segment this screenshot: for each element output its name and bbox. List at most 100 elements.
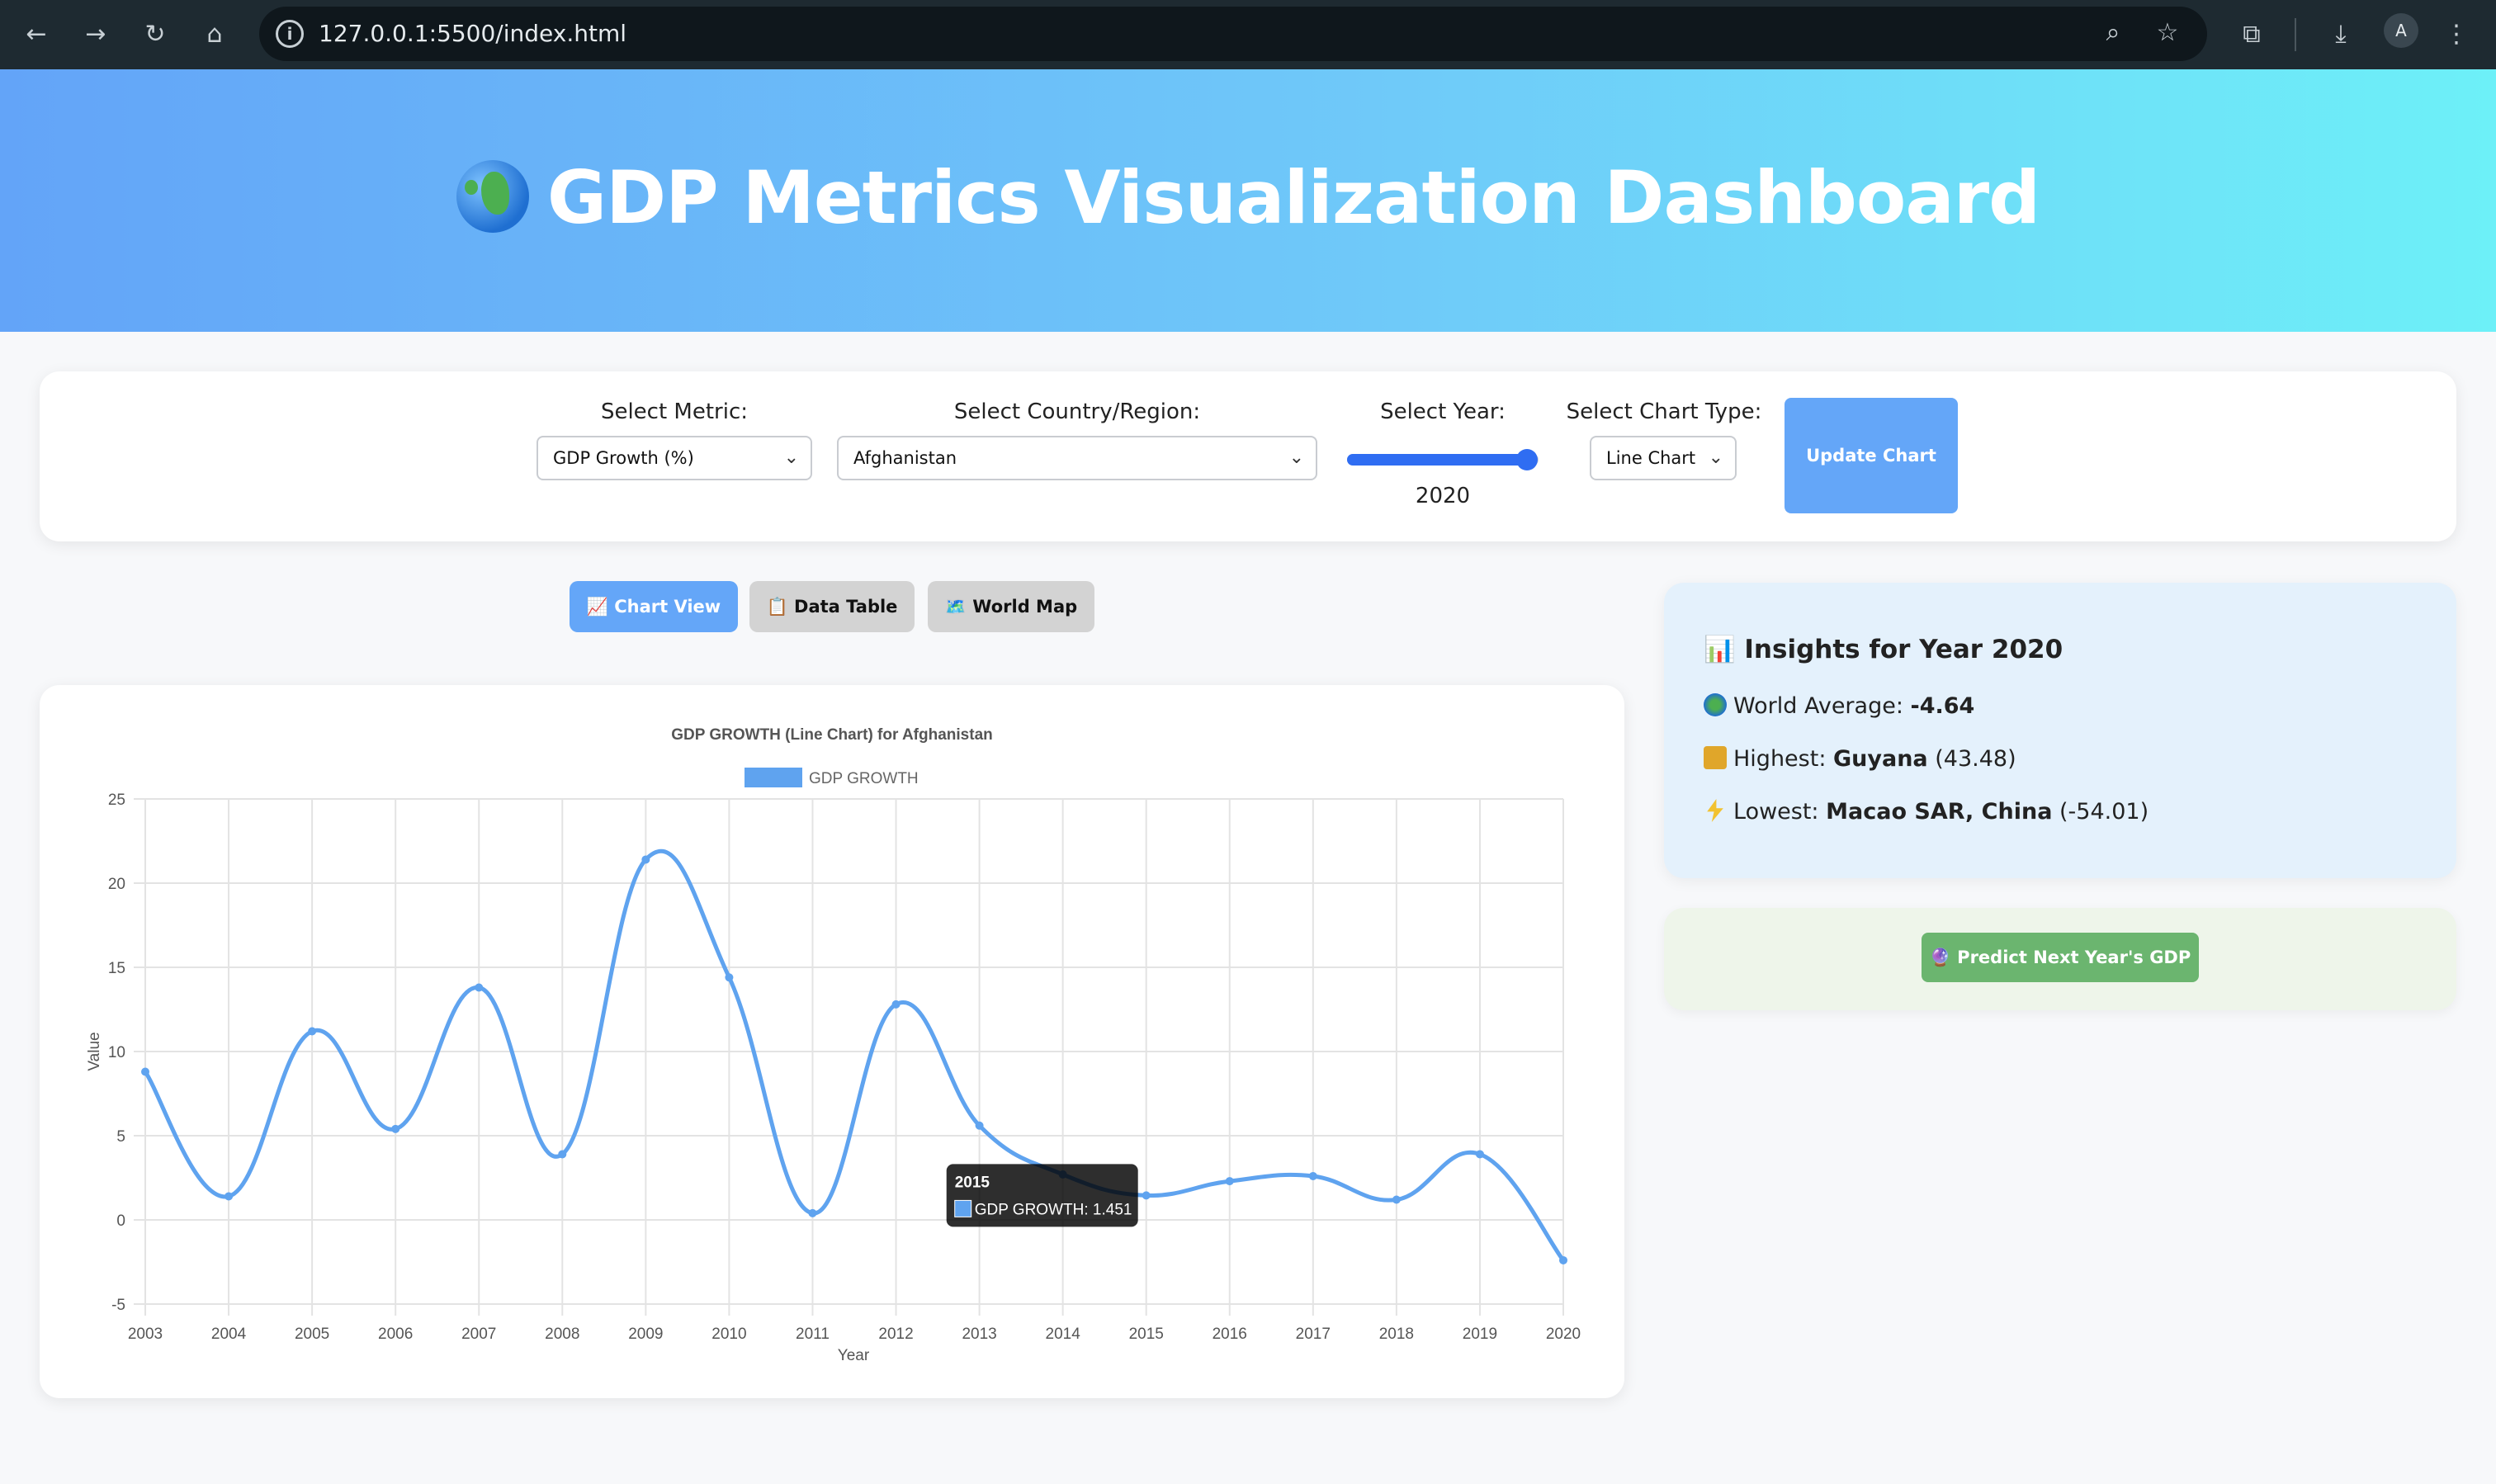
x-axis-title: Year [838,1347,870,1364]
year-slider-thumb[interactable] [1516,449,1539,470]
reload-icon[interactable]: ↻ [137,17,173,53]
toolbar-divider [2295,18,2296,51]
data-point [475,983,484,992]
gdp-line-chart[interactable]: GDP GROWTH (Line Chart) for Afghanistan G… [40,685,1624,1398]
lowest-country: Macao SAR, China [1826,799,2053,825]
bookmark-star-icon[interactable]: ☆ [2151,17,2184,50]
legend-swatch [745,768,802,787]
chart-type-label: Select Chart Type: [1566,399,1762,424]
page-title-text: GDP Metrics Visualization Dashboard [546,155,2040,240]
metric-select[interactable]: GDP Growth (%) ⌄ [537,436,812,480]
zoom-icon[interactable]: ⌕ [2097,17,2130,50]
url-text[interactable]: 127.0.0.1:5500/index.html [319,18,626,50]
tooltip-label: GDP GROWTH: 1.451 [975,1201,1132,1218]
data-point [891,1000,901,1009]
browser-toolbar: ← → ↻ ⌂ i 127.0.0.1:5500/index.html ⌕ ☆ … [0,0,2496,69]
chart-type-select[interactable]: Line Chart ⌄ [1590,436,1737,480]
lowest-label: Lowest: [1733,799,1827,825]
highest-label: Highest: [1733,746,1833,772]
profile-avatar[interactable]: A [2384,13,2418,48]
chart-card: GDP GROWTH (Line Chart) for Afghanistan G… [40,685,1624,1398]
data-point [1225,1177,1234,1186]
insights-title: 📊 Insights for Year 2020 [1704,635,2063,664]
tab-world-map[interactable]: 🗺️ World Map [928,581,1094,632]
extensions-icon[interactable]: ⧉ [2234,17,2270,53]
y-tick-label: -5 [111,1297,125,1314]
y-tick-label: 0 [116,1212,125,1230]
site-info-icon[interactable]: i [276,20,304,48]
tab-chart-view[interactable]: 📈 Chart View [570,581,738,632]
x-tick-label: 2005 [295,1326,329,1343]
tooltip-title: 2015 [955,1174,990,1191]
y-tick-label: 25 [108,792,125,809]
series-line-gdp-growth [143,848,1565,1262]
world-average-row: World Average: -4.64 [1704,693,1974,719]
back-arrow-icon[interactable]: ← [18,17,54,53]
page-header: GDP Metrics Visualization Dashboard [0,69,2496,332]
year-slider-fill [1347,454,1528,466]
page-title: GDP Metrics Visualization Dashboard [0,155,2496,240]
x-tick-label: 2016 [1213,1326,1247,1343]
insights-panel: 📊 Insights for Year 2020 World Average: … [1664,583,2456,878]
highest-country: Guyana [1833,746,1928,772]
data-point [725,973,734,982]
prediction-panel: 🔮 Predict Next Year's GDP [1664,908,2456,1010]
x-tick-label: 2006 [378,1326,413,1343]
x-tick-label: 2020 [1546,1326,1581,1343]
menu-kebab-icon[interactable]: ⋮ [2438,17,2475,53]
y-tick-label: 10 [108,1044,125,1061]
chart-type-select-value: Line Chart [1606,448,1696,468]
data-point [141,1067,149,1076]
year-value: 2020 [1415,484,1471,508]
x-tick-label: 2004 [211,1326,247,1343]
data-point [975,1121,984,1130]
predict-gdp-button[interactable]: 🔮 Predict Next Year's GDP [1922,933,2199,982]
data-point [1392,1195,1401,1204]
data-point [1142,1191,1151,1200]
x-tick-label: 2019 [1463,1326,1497,1343]
chevron-down-icon: ⌄ [1708,447,1723,468]
download-icon[interactable]: ⤓ [2323,17,2359,53]
x-tick-label: 2011 [796,1326,830,1343]
year-label: Select Year: [1380,399,1506,424]
data-point [641,855,650,864]
data-point [1475,1150,1484,1159]
data-point [308,1027,317,1036]
y-axis-title: Value [86,1032,103,1070]
lowest-row: Lowest: Macao SAR, China (-54.01) [1704,799,2149,825]
x-tick-label: 2015 [1129,1326,1164,1343]
x-tick-label: 2017 [1296,1326,1331,1343]
data-point [225,1192,234,1201]
y-tick-label: 5 [116,1128,125,1146]
world-average-value: -4.64 [1910,693,1975,719]
home-icon[interactable]: ⌂ [196,17,233,53]
metric-select-value: GDP Growth (%) [553,448,694,468]
tab-data-table[interactable]: 📋 Data Table [749,581,915,632]
x-tick-label: 2003 [128,1326,163,1343]
address-bar[interactable]: i 127.0.0.1:5500/index.html ⌕ ☆ [259,7,2207,61]
update-chart-button[interactable]: Update Chart [1785,398,1958,513]
globe-icon [456,160,529,233]
country-select-value: Afghanistan [853,448,957,468]
world-average-label: World Average: [1733,693,1911,719]
highest-row: Highest: Guyana (43.48) [1704,746,2016,772]
tooltip-swatch [954,1199,972,1217]
data-point [1559,1255,1567,1264]
x-tick-label: 2018 [1379,1326,1414,1343]
data-point [558,1150,567,1159]
year-slider[interactable] [1347,449,1539,470]
forward-arrow-icon[interactable]: → [78,17,114,53]
country-label: Select Country/Region: [953,399,1201,424]
x-tick-label: 2014 [1046,1326,1081,1343]
chevron-down-icon: ⌄ [783,447,799,468]
chevron-down-icon: ⌄ [1288,447,1304,468]
highest-value: (43.48) [1935,746,2016,772]
x-tick-label: 2008 [545,1326,579,1343]
x-tick-label: 2012 [878,1326,913,1343]
y-tick-label: 15 [108,960,125,977]
country-select[interactable]: Afghanistan ⌄ [837,436,1317,480]
lowest-value: (-54.01) [2059,799,2149,825]
x-tick-label: 2009 [628,1326,663,1343]
data-point [1308,1171,1317,1180]
trophy-icon [1704,746,1727,769]
